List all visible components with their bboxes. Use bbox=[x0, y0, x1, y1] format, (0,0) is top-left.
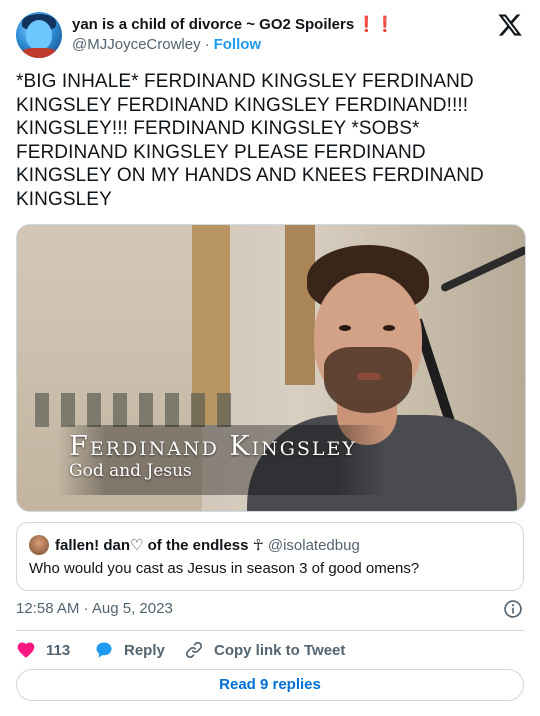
quoted-avatar bbox=[29, 535, 49, 555]
divider bbox=[16, 630, 524, 631]
tweet-card: yan is a child of divorce ~ GO2 Spoilers… bbox=[0, 0, 540, 716]
quoted-tweet[interactable]: fallen! dan♡ of the endless ☥ @isolatedbu… bbox=[16, 522, 524, 591]
reply-label: Reply bbox=[124, 641, 165, 659]
separator-dot: · bbox=[204, 36, 210, 53]
follow-link[interactable]: Follow bbox=[214, 36, 262, 53]
reply-button[interactable]: Reply bbox=[94, 638, 165, 662]
tweet-media-image[interactable]: Ferdinand Kingsley God and Jesus bbox=[16, 224, 526, 512]
quoted-handle: @isolatedbug bbox=[267, 537, 360, 554]
timestamp-link[interactable]: 12:58 AM · Aug 5, 2023 bbox=[16, 600, 173, 617]
quoted-display-name: fallen! dan♡ of the endless ☥ bbox=[55, 537, 264, 554]
handle-row: @MJJoyceCrowley · Follow bbox=[72, 36, 261, 53]
heart-icon bbox=[17, 642, 35, 658]
display-name[interactable]: yan is a child of divorce ~ GO2 Spoilers bbox=[72, 16, 354, 33]
info-icon[interactable] bbox=[503, 599, 523, 619]
tweet-text: *BIG INHALE* FERDINAND KINGSLEY FERDINAN… bbox=[16, 71, 484, 210]
copy-link-label: Copy link to Tweet bbox=[214, 641, 346, 659]
copy-link-button[interactable]: Copy link to Tweet bbox=[184, 638, 345, 662]
quoted-text: Who would you cast as Jesus in season 3 … bbox=[29, 560, 420, 577]
display-name-row[interactable]: yan is a child of divorce ~ GO2 Spoilers… bbox=[72, 15, 395, 33]
like-button[interactable]: 113 bbox=[16, 638, 70, 662]
avatar[interactable] bbox=[16, 12, 62, 58]
reply-bubble-icon bbox=[96, 642, 112, 658]
like-count: 113 bbox=[46, 641, 71, 659]
link-icon bbox=[185, 641, 203, 659]
user-handle[interactable]: @MJJoyceCrowley bbox=[72, 36, 201, 53]
x-logo-icon[interactable] bbox=[497, 12, 523, 38]
name-emoji: ❗❗ bbox=[357, 16, 395, 33]
media-caption-name: Ferdinand Kingsley bbox=[69, 431, 357, 462]
media-caption-subtitle: God and Jesus bbox=[69, 461, 192, 481]
quoted-author: fallen! dan♡ of the endless ☥ @isolatedbu… bbox=[55, 536, 360, 554]
read-replies-button[interactable]: Read 9 replies bbox=[16, 669, 524, 701]
